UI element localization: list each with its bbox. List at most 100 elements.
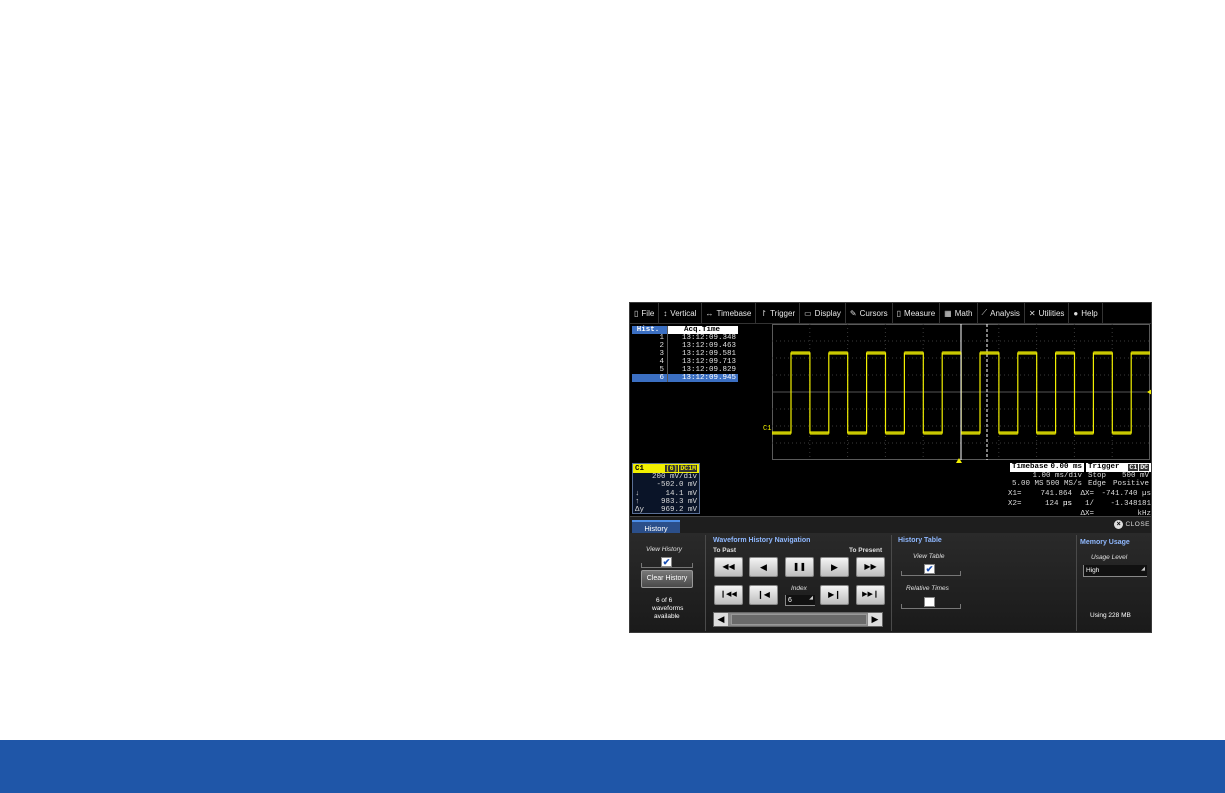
index-value: 6 (788, 597, 792, 604)
to-present-label: To Present (849, 547, 883, 554)
scroll-left-icon[interactable]: ◀ (714, 613, 728, 626)
channel-tag-coupling: DC1M (679, 464, 697, 472)
available-text-available: available (654, 613, 680, 620)
close-icon: × (1114, 520, 1124, 529)
view-history-label: View History (646, 546, 683, 553)
pause-button[interactable]: ❚❚ (785, 557, 814, 577)
delta-value: 969.2 mV (660, 506, 697, 515)
trigger-coupling: DC (1139, 464, 1149, 471)
tab-history[interactable]: History (632, 520, 680, 534)
cursor-readouts: X1= 741.864 µs ΔX= -741.740 µs X2= 124 ns 1/Δ… (1008, 489, 1151, 518)
go-to-last-button[interactable]: ▶▶❙ (856, 585, 885, 605)
cursor1-value: 14.1 mV (665, 489, 697, 498)
close-button[interactable]: × CLOSE (1114, 520, 1150, 529)
menu-help[interactable]: ● Help (1069, 303, 1103, 324)
hist-index: 5 (632, 366, 668, 374)
cursor-row1: X1= 741.864 µs ΔX= -741.740 µs (1008, 489, 1151, 508)
channel-tags: [6] DC1M (664, 464, 697, 473)
menu-timebase-label: Timebase (716, 308, 752, 318)
menu-cursors[interactable]: ✎ Cursors (846, 303, 893, 324)
usage-level-value: High (1086, 567, 1100, 574)
waveform-grid[interactable] (772, 324, 1150, 460)
table-row[interactable]: 1 13:12:09.348 (632, 334, 738, 342)
math-icon: ▦ (944, 308, 952, 318)
menu-utilities[interactable]: ✕ Utilities (1025, 303, 1070, 324)
inv-dx-label: 1/ΔX= (1080, 500, 1094, 518)
menu-vertical[interactable]: ↕ Vertical (659, 303, 702, 324)
relative-times-checkbox-frame (901, 604, 961, 609)
relative-times-label: Relative Times (906, 585, 949, 592)
step-back-button[interactable]: ◀ (749, 557, 778, 577)
available-count: 6 of 6 (656, 597, 673, 604)
menu-trigger[interactable]: ↾ Trigger (756, 303, 801, 324)
timebase-descriptor[interactable]: Timebase 0.00 ms 1.00 ms/div 5.00 MS 500 M… (1010, 463, 1084, 488)
display-icon: ▭ (804, 308, 812, 318)
menu-bar: ▯ File ↕ Vertical ↔ Timebase ↾ Trigger ▭ Disp… (630, 303, 1151, 324)
play-button[interactable]: ▶ (820, 557, 849, 577)
table-row[interactable]: 4 13:12:09.713 (632, 358, 738, 366)
menu-timebase[interactable]: ↔ Timebase (702, 303, 757, 324)
trigger-level-marker (1147, 389, 1151, 395)
section-divider (891, 535, 892, 631)
trigger-position-marker (956, 458, 962, 463)
menu-trigger-label: Trigger (770, 308, 796, 318)
scrollbar-thumb[interactable] (731, 614, 867, 625)
go-to-first-button[interactable]: ❙◀◀ (714, 585, 743, 605)
view-history-checkbox-frame (641, 563, 693, 568)
menu-analysis[interactable]: ⟋ Analysis (978, 303, 1025, 324)
x2-value: 124 ns (1044, 500, 1072, 508)
channel-name: C1 (635, 464, 645, 473)
cursor2-row: ↑ 983.3 mV (633, 498, 699, 506)
to-past-label: To Past (713, 547, 736, 554)
menu-math-label: Math (954, 308, 973, 318)
trigger-header: Trigger C1 DC (1086, 463, 1151, 472)
fast-forward-button[interactable]: ▶▶ (856, 557, 885, 577)
menu-utilities-label: Utilities (1038, 308, 1065, 318)
timebase-header: Timebase 0.00 ms (1010, 463, 1084, 472)
x2-label: X2= (1008, 500, 1022, 508)
menu-file[interactable]: ▯ File (630, 303, 660, 324)
table-row[interactable]: 2 13:12:09.463 (632, 342, 738, 350)
fast-rewind-button[interactable]: ◀◀ (714, 557, 743, 577)
menu-math[interactable]: ▦ Math (940, 303, 978, 324)
section-divider (1076, 535, 1077, 631)
cursor1-symbol: ↓ (635, 489, 640, 498)
menu-measure[interactable]: ▯ Measure (893, 303, 941, 324)
history-scrollbar[interactable]: ◀ ▶ (713, 612, 883, 627)
cursor-row2: X2= 124 ns 1/ΔX= -1.348181 kHz (1008, 499, 1151, 518)
cursor1-row: ↓ 14.1 mV (633, 490, 699, 498)
dropdown-corner-icon: ◢ (1141, 566, 1145, 572)
file-icon: ▯ (634, 308, 639, 318)
utilities-icon: ✕ (1028, 308, 1036, 318)
history-table-section-title: History Table (898, 537, 942, 544)
trigger-title: Trigger (1088, 463, 1120, 471)
menu-analysis-label: Analysis (990, 308, 1020, 318)
acq-time: 13:12:09.581 (681, 350, 736, 358)
index-field[interactable]: 6 ◢ (785, 595, 815, 606)
trigger-row2: Edge Positive (1086, 480, 1151, 488)
next-button[interactable]: ▶❙ (820, 585, 849, 605)
horizontal-arrows-icon: ↔ (705, 308, 714, 318)
menu-display[interactable]: ▭ Display (800, 303, 846, 324)
dialog-tab-bar: History × CLOSE (630, 516, 1151, 534)
menu-measure-label: Measure (904, 308, 936, 318)
timebase-row2: 5.00 MS 500 MS/s (1010, 480, 1084, 488)
scroll-right-icon[interactable]: ▶ (868, 613, 882, 626)
col-hist-header: Hist. (632, 326, 668, 334)
help-icon: ● (1073, 308, 1079, 318)
table-row-selected[interactable]: 6 13:12:09.945 (632, 374, 738, 382)
channel-header: C1 [6] DC1M (633, 464, 699, 473)
history-dialog: View History ✔ Clear History 6 of 6 wave… (630, 533, 1151, 632)
trigger-descriptor[interactable]: Trigger C1 DC Stop 500 mV Edge Positive (1086, 463, 1151, 488)
offset-row: -502.0 mV (633, 481, 699, 489)
inv-dx-value: -1.348181 kHz (1110, 500, 1151, 518)
usage-level-select[interactable]: High ◢ (1083, 565, 1147, 577)
offset: -502.0 mV (656, 481, 697, 490)
delta-row: Δy 969.2 mV (633, 506, 699, 514)
clear-history-button[interactable]: Clear History (641, 570, 693, 588)
nav-section-title: Waveform History Navigation (713, 537, 811, 544)
table-row[interactable]: 3 13:12:09.581 (632, 350, 738, 358)
channel-c1-descriptor[interactable]: C1 [6] DC1M 200 mV/div -502.0 mV ↓ 14.1 mV… (632, 463, 700, 514)
previous-button[interactable]: ❙◀ (749, 585, 778, 605)
table-row[interactable]: 5 13:12:09.829 (632, 366, 738, 374)
